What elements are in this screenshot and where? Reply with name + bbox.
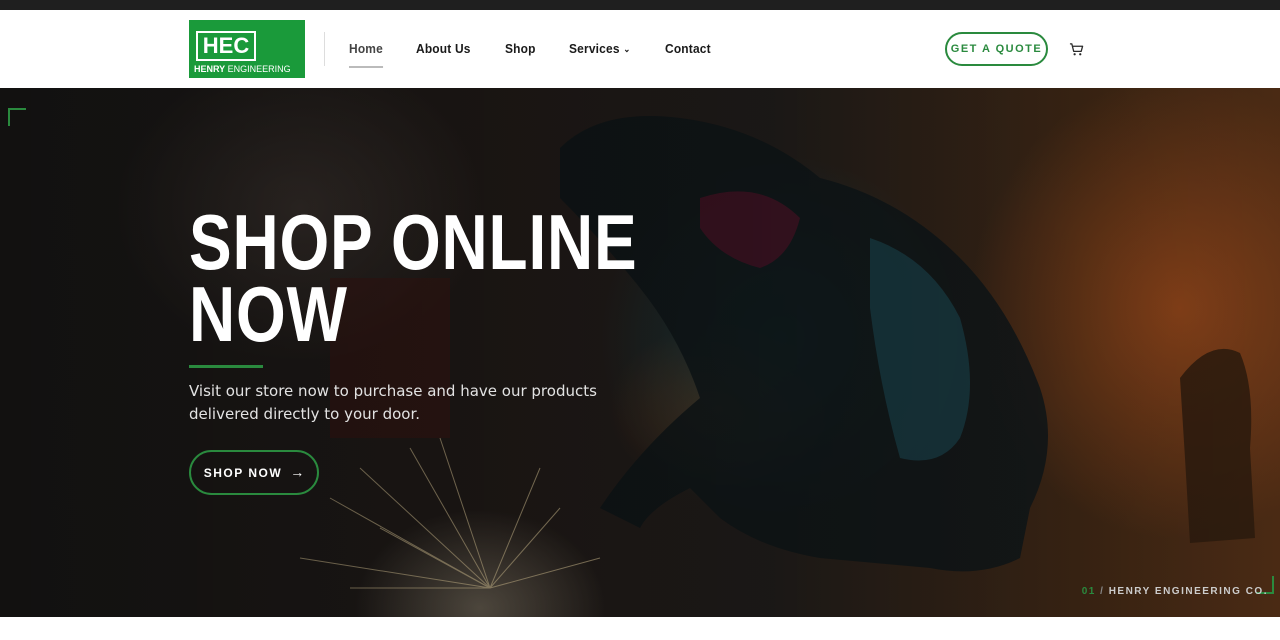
page-bottom xyxy=(0,617,1280,640)
shop-now-button[interactable]: SHOP NOW → xyxy=(189,450,319,495)
nav-item-about-us[interactable]: About Us xyxy=(416,38,471,62)
top-bar xyxy=(0,0,1280,10)
corner-bracket-icon xyxy=(8,108,26,126)
title-underline xyxy=(189,365,263,368)
arrow-right-icon: → xyxy=(290,464,305,480)
main-nav: Home About Us Shop Services ⌄ Contact xyxy=(349,38,745,68)
chevron-down-icon: ⌄ xyxy=(622,44,631,54)
get-a-quote-button[interactable]: GET A QUOTE xyxy=(945,32,1048,66)
logo[interactable]: HEC HENRY ENGINEERING xyxy=(189,20,305,78)
slide-indicator: 01 / HENRY ENGINEERING CO. xyxy=(1081,586,1268,597)
nav-item-home[interactable]: Home xyxy=(349,38,383,68)
nav-item-shop[interactable]: Shop xyxy=(505,38,536,62)
nav-item-services[interactable]: Services ⌄ xyxy=(569,38,630,62)
logo-mark: HEC xyxy=(196,31,256,61)
header-divider xyxy=(324,32,325,66)
nav-item-contact[interactable]: Contact xyxy=(665,38,711,62)
logo-name: HENRY ENGINEERING xyxy=(194,64,291,74)
hero-title: SHOP ONLINE NOW xyxy=(189,198,638,358)
cart-icon[interactable] xyxy=(1069,42,1084,57)
hero-section: SHOP ONLINE NOW Visit our store now to p… xyxy=(0,88,1280,617)
site-header: HEC HENRY ENGINEERING Home About Us Shop… xyxy=(0,10,1280,88)
hero-description: Visit our store now to purchase and have… xyxy=(189,382,597,423)
